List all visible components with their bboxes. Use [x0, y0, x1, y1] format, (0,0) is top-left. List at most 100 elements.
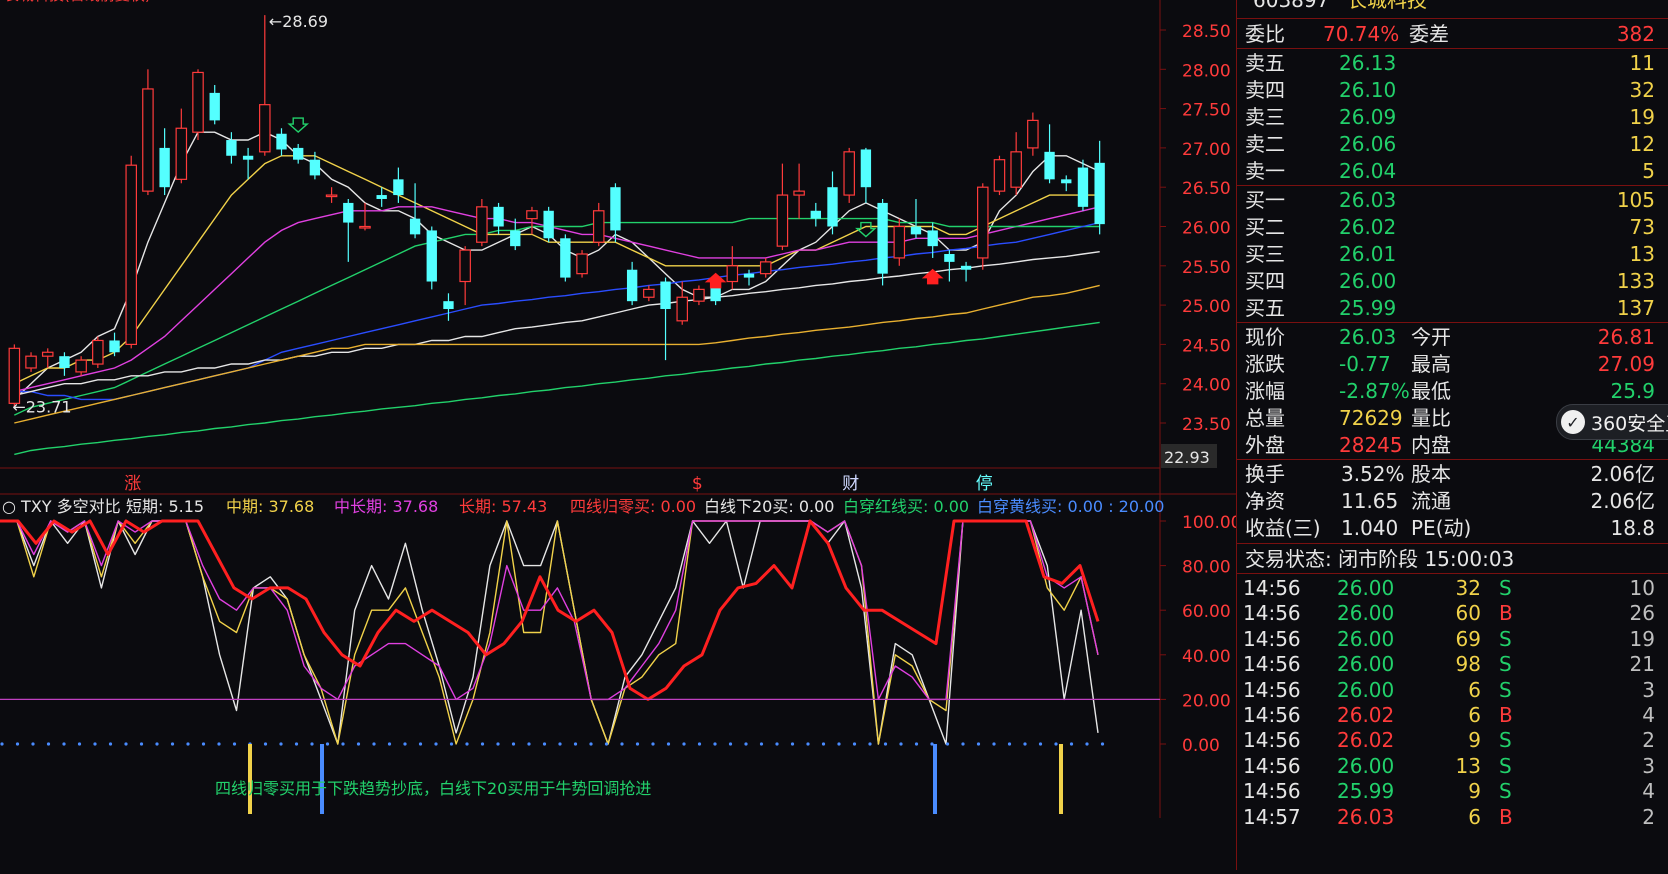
- candle: [843, 147, 855, 203]
- signal-bar: [1059, 744, 1063, 814]
- y-tick-label: 25.00: [1182, 297, 1231, 317]
- sell-level-label: 卖五: [1245, 51, 1285, 75]
- candle: [1027, 112, 1039, 156]
- tick-volume: 13: [1455, 753, 1481, 778]
- stat-value: 3.52%: [1341, 462, 1405, 486]
- event-marker[interactable]: 财: [842, 474, 859, 494]
- candle: [1077, 159, 1089, 211]
- candle: [293, 143, 304, 164]
- y-tick-label: 27.00: [1182, 140, 1231, 160]
- zero-dot: [682, 742, 686, 746]
- candle: [226, 132, 237, 164]
- zero-dot: [558, 742, 562, 746]
- buy-level-volume: 105: [1616, 188, 1655, 212]
- stat-row: 现价 26.03 今开 26.81: [1237, 323, 1668, 351]
- zero-dot: [1007, 742, 1012, 746]
- candle: [59, 352, 70, 376]
- zero-dot: [310, 742, 314, 746]
- zero-dot: [418, 742, 423, 746]
- candle-body: [393, 179, 404, 196]
- ma-label: MA5: 26.08: [205, 0, 291, 4]
- trade-status: 交易状态: 闭市阶段 15:00:03: [1245, 547, 1515, 571]
- zero-dot: [976, 742, 981, 746]
- stat-label: 今开: [1411, 325, 1451, 349]
- tick-volume: 98: [1455, 652, 1481, 677]
- candle: [893, 218, 906, 266]
- stat-row: 涨跌 -0.77 最高 27.09: [1237, 350, 1668, 378]
- candle-body: [1061, 179, 1072, 184]
- ma-line: [14, 221, 1100, 401]
- stat-label: 流通: [1411, 489, 1451, 513]
- candle-body: [976, 186, 989, 259]
- indicator-line: [0, 520, 1099, 745]
- event-marker[interactable]: 停: [976, 474, 993, 494]
- buy-level-row: 买五 25.99 137: [1237, 294, 1668, 322]
- zero-dot: [496, 742, 500, 746]
- buy-level-label: 买三: [1245, 242, 1285, 266]
- zero-dot: [744, 742, 748, 746]
- zero-dot: [201, 742, 206, 746]
- indicator-param: 中长期: 37.68: [334, 497, 438, 516]
- stat-label: 涨幅: [1245, 379, 1285, 403]
- zero-dot: [139, 742, 144, 746]
- stat-value: 1.040: [1341, 516, 1399, 540]
- zero-dot: [573, 742, 578, 746]
- candle: [1061, 175, 1072, 192]
- candle-body: [927, 230, 938, 247]
- indicator-param: 短期: 5.15: [126, 497, 204, 516]
- event-marker[interactable]: 涨: [124, 474, 141, 494]
- tick-row: 14:57 26.03 6 B 2: [1237, 803, 1668, 831]
- sell-arrow-icon: [287, 117, 310, 133]
- y-tick-label: 24.50: [1182, 336, 1231, 356]
- candle-body: [827, 187, 838, 227]
- zero-dot: [635, 742, 640, 746]
- indicator-line: [0, 520, 1099, 701]
- kline-chart-area[interactable]: 长城科技(日线前复权) MA5: 26.08 MA10: 25.94 MA20: 26…: [0, 0, 1241, 870]
- candle-body: [726, 265, 739, 283]
- y-tick-label: 26.00: [1182, 219, 1231, 239]
- candle-body: [793, 190, 805, 196]
- tick-price: 26.02: [1337, 728, 1395, 753]
- tick-time: 14:56: [1243, 652, 1301, 677]
- tick-volume: 60: [1455, 601, 1481, 626]
- buy-level-row: 买一 26.03 105: [1237, 186, 1668, 214]
- candle: [92, 336, 104, 368]
- tick-price: 26.03: [1337, 804, 1395, 829]
- buy-level-volume: 133: [1616, 269, 1655, 293]
- stat-row: 收益(三) 1.040 PE(动) 18.8: [1237, 514, 1668, 542]
- zero-dot: [155, 742, 159, 746]
- candle-body: [242, 155, 254, 160]
- zero-dot: [759, 742, 764, 746]
- candle-body: [41, 351, 54, 357]
- candle: [543, 206, 554, 243]
- ma-line: [14, 155, 1100, 385]
- current-price-text: 22.93: [1164, 448, 1210, 467]
- stat-label: 换手: [1245, 462, 1285, 486]
- zero-dot: [899, 742, 903, 746]
- candle: [776, 163, 789, 251]
- candle-body: [610, 187, 621, 231]
- candle-body: [1027, 119, 1039, 149]
- stat-value: -2.87%: [1339, 379, 1410, 403]
- zero-dot: [666, 742, 671, 746]
- stat-row: 净资 11.65 流通 2.06亿: [1237, 487, 1668, 515]
- signal-bar: [933, 744, 937, 814]
- tick-count: 4: [1642, 703, 1655, 727]
- sell-level-row: 卖五 26.13 11: [1237, 49, 1668, 77]
- tick-side: B: [1499, 804, 1513, 829]
- candle: [910, 198, 922, 239]
- zero-dot: [961, 742, 965, 746]
- chart-canvas[interactable]: 长城科技(日线前复权) MA5: 26.08 MA10: 25.94 MA20: 26…: [0, 0, 1241, 870]
- candle: [976, 183, 989, 270]
- candle-body: [1010, 151, 1022, 188]
- candle: [726, 246, 739, 290]
- candle: [1010, 132, 1022, 196]
- moving-average-lines: [13, 131, 1100, 456]
- candle-body: [209, 92, 220, 121]
- stat-label: 外盘: [1245, 433, 1285, 457]
- event-marker[interactable]: $: [692, 474, 703, 494]
- candle-body: [25, 355, 37, 369]
- candle-body: [259, 104, 271, 153]
- security-badge[interactable]: ✓ 360安全卫: [1556, 404, 1668, 440]
- candle: [510, 218, 521, 251]
